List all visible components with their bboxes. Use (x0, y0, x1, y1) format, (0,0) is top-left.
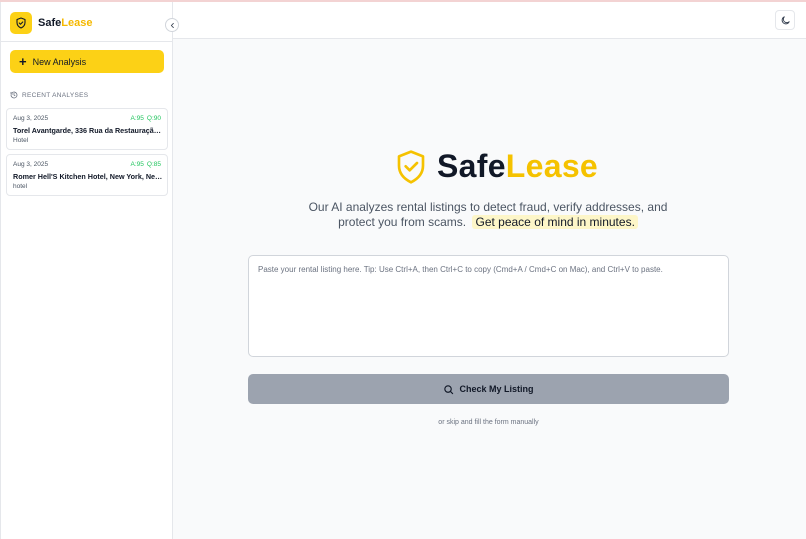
new-analysis-label: New Analysis (32, 56, 87, 67)
analysis-score-q: Q:85 (146, 161, 161, 168)
analysis-score-a: A:95 (130, 161, 144, 168)
analysis-title: Torel Avantgarde, 336 Rua da Restauração… (13, 126, 163, 135)
analysis-title: Romer Hell'S Kitchen Hotel, New York, Ne… (13, 172, 163, 181)
listing-input[interactable] (248, 255, 729, 357)
recent-analysis-card[interactable]: Aug 3, 2025 A:95 Q:85 Romer Hell'S Kitche… (6, 154, 168, 196)
analysis-type: hotel (13, 183, 28, 190)
recent-analyses-label: RECENT ANALYSES (22, 91, 89, 99)
skip-manual-link[interactable]: or skip and fill the form manually (248, 419, 729, 426)
search-icon (444, 384, 454, 394)
hero-title-safe: Safe (437, 148, 506, 184)
analysis-score-q: Q:90 (146, 115, 161, 122)
tagline-highlight: Get peace of mind in minutes. (472, 215, 638, 229)
recent-analyses-heading: RECENT ANALYSES (10, 91, 88, 99)
recent-analysis-card[interactable]: Aug 3, 2025 A:95 Q:90 Torel Avantgarde, 3… (6, 108, 168, 150)
brand-name-safe: Safe (38, 17, 62, 29)
chevron-left-icon (170, 22, 174, 28)
analysis-date: Aug 3, 2025 (13, 115, 49, 122)
theme-toggle-button[interactable] (775, 10, 795, 30)
hero-logo: SafeLease (395, 148, 598, 185)
collapse-sidebar-button[interactable] (165, 18, 179, 32)
sidebar: SafeLease + New Analysis RECENT ANALYSES… (0, 2, 173, 539)
analysis-type: Hotel (13, 137, 29, 144)
moon-icon (781, 15, 790, 24)
analysis-scores: A:95 Q:90 (128, 115, 161, 122)
plus-icon: + (19, 54, 27, 69)
shield-check-icon (397, 149, 425, 184)
sidebar-brand[interactable]: SafeLease (10, 11, 92, 35)
new-analysis-button[interactable]: + New Analysis (10, 50, 164, 73)
shield-check-icon (16, 17, 26, 29)
analysis-scores: A:95 Q:85 (128, 161, 161, 168)
hero-tagline: Our AI analyzes rental listings to detec… (300, 200, 676, 230)
analysis-score-a: A:95 (130, 115, 144, 122)
brand-name: SafeLease (38, 17, 92, 29)
brand-logo (10, 12, 32, 34)
check-listing-button[interactable]: Check My Listing (248, 374, 729, 404)
top-bar (173, 2, 806, 39)
history-icon (10, 91, 18, 99)
sidebar-divider (1, 41, 173, 42)
brand-name-lease: Lease (61, 17, 93, 29)
analysis-date: Aug 3, 2025 (13, 161, 49, 168)
check-listing-label: Check My Listing (459, 384, 534, 394)
hero-title-lease: Lease (505, 148, 599, 184)
hero-title: SafeLease (437, 148, 598, 185)
